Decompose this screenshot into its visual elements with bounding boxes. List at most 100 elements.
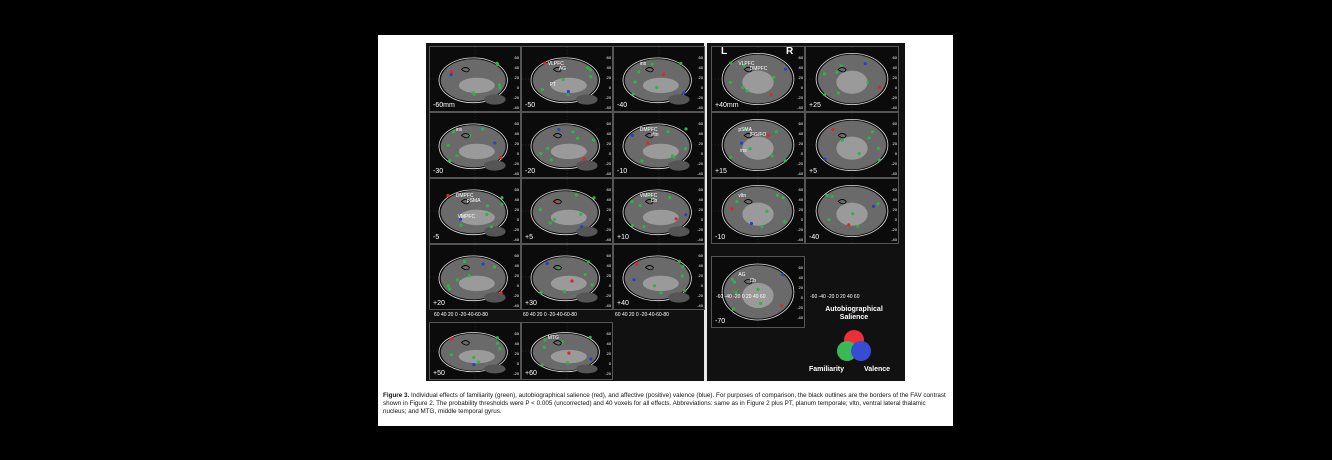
y-tick-label: -20 [697,227,703,232]
y-tick-label: 20 [514,273,519,278]
brain-slice-image [806,113,898,177]
y-tick-label: 20 [606,141,611,146]
y-tick-label: 0 [800,217,803,222]
roi-label: PT [549,82,556,89]
y-tick-label: -20 [605,227,611,232]
y-tick-label: 60 [798,121,803,126]
y-axis-ticks: 60 40 20 0 -20 -40 [605,251,611,309]
y-tick-label: 40 [892,65,897,70]
legend-title: Autobiographical Salience [825,306,883,321]
slice-coordinate-label: -10 [617,168,628,175]
y-tick-label: 0 [894,217,897,222]
brain-slice-panel: 60 40 20 0 -20 -40 ins -30 [429,112,521,178]
y-tick-label: -20 [697,293,703,298]
y-tick-label: 60 [698,253,703,258]
y-tick-label: 0 [800,295,803,300]
y-tick-label: -20 [605,161,611,166]
y-tick-label: 0 [516,283,519,288]
y-axis-ticks: 60 40 20 0 -20 -40 [513,53,519,111]
y-axis-ticks: 60 40 20 0 -20 -40 [891,53,897,111]
slice-coordinate-label: +20 [433,300,445,307]
y-tick-label: 0 [894,151,897,156]
brain-slice-panel: 60 40 20 0 -20 -40 -60mm [429,46,521,112]
y-tick-label: 40 [892,197,897,202]
y-tick-label: -40 [605,303,611,308]
roi-label: MTG [547,334,559,341]
y-tick-label: -40 [605,237,611,242]
y-tick-label: 60 [514,331,519,336]
y-tick-label: 40 [514,131,519,136]
y-tick-label: 40 [606,131,611,136]
y-tick-label: 20 [798,75,803,80]
y-tick-label: -20 [891,95,897,100]
y-tick-label: 20 [698,207,703,212]
y-tick-label: 60 [892,187,897,192]
y-tick-label: 20 [698,75,703,80]
y-axis-ticks: 60 40 20 0 -20 -40 [513,329,519,379]
y-tick-label: 0 [800,85,803,90]
y-axis-ticks: 60 40 20 0 -20 -40 [513,251,519,309]
caption-text: Individual effects of familiarity (green… [383,392,946,415]
y-axis-ticks: 60 40 20 0 -20 -40 [797,53,803,111]
roi-label: ins [740,148,747,155]
y-tick-label: -20 [513,227,519,232]
y-tick-label: 40 [698,197,703,202]
y-tick-label: 0 [608,283,611,288]
y-tick-label: 0 [700,85,703,90]
slice-coordinate-label: +60 [525,370,537,377]
brain-slice-panel: 60 40 20 0 -20 -40 pSMA IFG/FO ins +15 [711,112,805,178]
y-tick-label: 40 [698,65,703,70]
y-tick-label: -20 [605,95,611,100]
y-tick-label: -40 [605,171,611,176]
brain-slice-panel: 60 40 20 0 -20 -40 -20 [521,112,613,178]
y-tick-label: 60 [606,331,611,336]
roi-label: IFG/FO [749,131,767,138]
y-tick-label: 60 [892,121,897,126]
roi-label: vltn [650,131,659,138]
slice-coordinate-label: -30 [433,168,444,175]
y-tick-label: 40 [514,341,519,346]
y-tick-label: -40 [697,303,703,308]
y-tick-label: 0 [700,217,703,222]
slice-coordinate-label: -50 [525,102,536,109]
brain-slice-panel: 60 40 20 0 -20 -40 VLPFC AG PT -50 [521,46,613,112]
y-tick-label: 40 [514,197,519,202]
y-tick-label: -40 [697,105,703,110]
roi-label: AG [738,271,746,278]
y-tick-label: 40 [698,131,703,136]
y-axis-ticks: 60 40 20 0 -20 -40 [605,329,611,379]
y-tick-label: 0 [608,85,611,90]
brain-slice-panel: 60 40 20 0 -20 -40 +30 [521,244,613,310]
y-tick-label: 60 [606,121,611,126]
y-tick-label: -40 [797,171,803,176]
y-tick-label: 60 [514,121,519,126]
y-tick-label: 40 [514,263,519,268]
y-tick-label: -20 [513,95,519,100]
brain-slice-image [712,179,804,243]
y-tick-label: 0 [516,151,519,156]
y-tick-label: 0 [608,151,611,156]
brain-slice-panel: 60 40 20 0 -20 -40 +5 [521,178,613,244]
brain-slice-panel: 60 40 20 0 -20 -40 vltn -10 [711,178,805,244]
slice-coordinate-label: -40 [617,102,628,109]
y-axis-ticks: 60 40 20 0 -20 -40 [697,53,703,111]
y-tick-label: -20 [513,371,519,376]
y-tick-label: 60 [798,55,803,60]
slice-coordinate-label: +5 [525,234,533,241]
left-hemisphere-label: L [721,46,728,57]
brain-slice-panel: 60 40 20 0 -20 -40 +25 [805,46,899,112]
y-tick-label: 40 [606,263,611,268]
y-tick-label: -20 [797,161,803,166]
y-axis-ticks: 60 40 20 0 -20 -40 [891,185,897,243]
slice-coordinate-label: +30 [525,300,537,307]
y-tick-label: 60 [698,55,703,60]
y-tick-label: -40 [513,237,519,242]
y-tick-label: -20 [605,371,611,376]
figure-caption: Figure 3. Individual effects of familiar… [383,392,948,416]
brain-slice-image [522,47,612,111]
sagittal-x-axis-2: 60 40 20 0 -20-40-60-80 [523,312,577,318]
y-tick-label: 40 [606,197,611,202]
y-axis-ticks: 60 40 20 0 -20 -40 [797,263,803,323]
slice-coordinate-label: +10 [617,234,629,241]
slice-coordinate-label: -60mm [433,102,455,109]
